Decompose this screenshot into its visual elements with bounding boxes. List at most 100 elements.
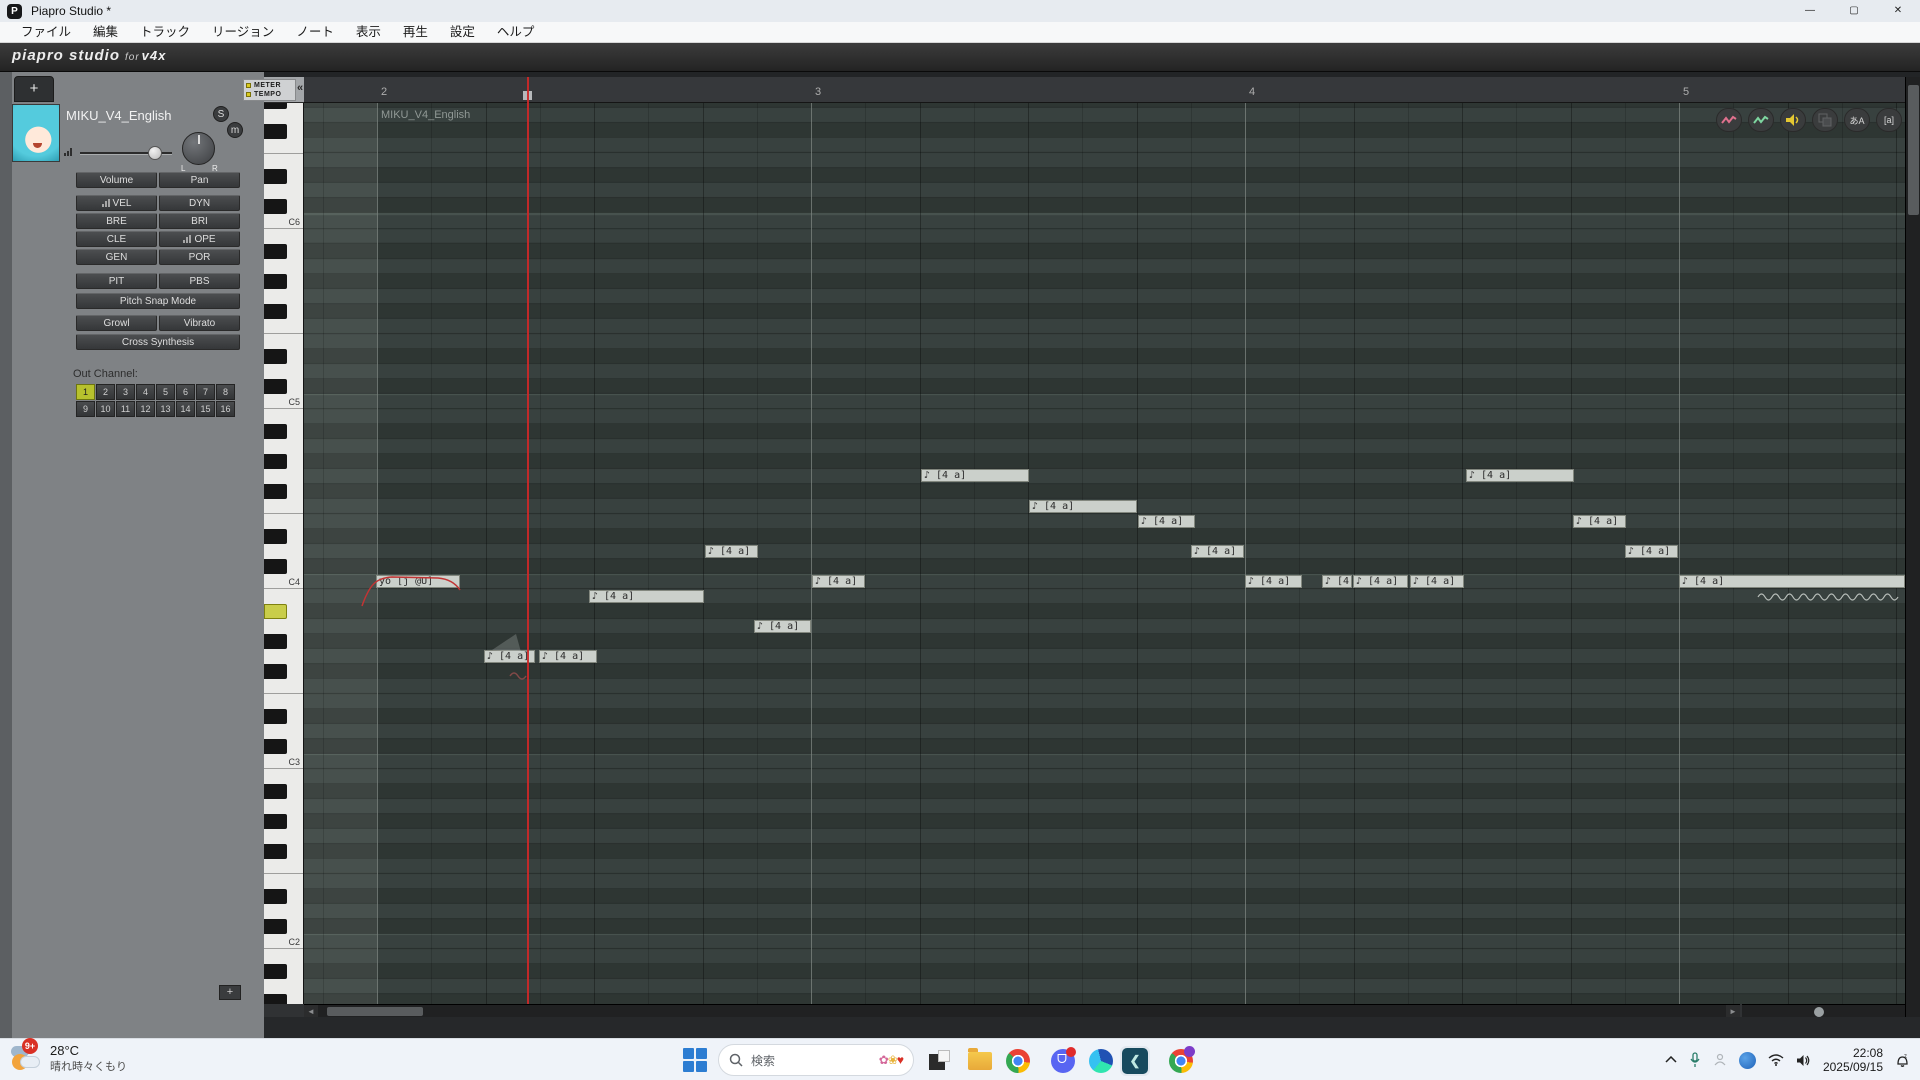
weather-widget[interactable]: 9+ 28°C 晴れ時々くもり bbox=[10, 1038, 127, 1074]
note[interactable]: ♪ [4 a] bbox=[1138, 515, 1195, 528]
note[interactable]: ♪ [4 a] bbox=[1625, 545, 1678, 558]
meter-tempo-box[interactable]: METER TEMPO bbox=[243, 79, 296, 101]
piano-keyboard[interactable]: C6 C5 C4 C3 C2 bbox=[264, 103, 304, 1004]
channel-7[interactable]: 7 bbox=[196, 384, 215, 400]
dyn-param-button[interactable]: DYN bbox=[159, 195, 240, 211]
pbs-param-button[interactable]: PBS bbox=[159, 273, 240, 289]
note[interactable]: yo [j @U] bbox=[376, 575, 460, 588]
bri-param-button[interactable]: BRI bbox=[159, 213, 240, 229]
piano-key-black[interactable] bbox=[264, 379, 287, 394]
zoom-bar[interactable] bbox=[1742, 1004, 1905, 1017]
piano-key-white[interactable] bbox=[264, 619, 303, 634]
vel-param-button[interactable]: VEL bbox=[76, 195, 157, 211]
note[interactable]: ♪ [4 a] bbox=[705, 545, 758, 558]
pitch-snap-mode-button[interactable]: Pitch Snap Mode bbox=[76, 293, 240, 309]
menu-item-編集[interactable]: 編集 bbox=[82, 22, 129, 43]
piano-key-black[interactable] bbox=[264, 124, 287, 139]
piano-key-white[interactable] bbox=[264, 289, 303, 304]
person-idle-icon[interactable] bbox=[1713, 1053, 1727, 1067]
vertical-scrollbar[interactable] bbox=[1905, 77, 1920, 1017]
piano-key-black[interactable] bbox=[264, 844, 287, 859]
active-app-icon[interactable]: ❮ bbox=[1120, 1046, 1150, 1076]
cle-param-button[interactable]: CLE bbox=[76, 231, 157, 247]
channel-14[interactable]: 14 bbox=[176, 401, 195, 417]
horizontal-scrollbar[interactable]: ◄ ► bbox=[304, 1004, 1740, 1018]
channel-3[interactable]: 3 bbox=[116, 384, 135, 400]
panel-add-button[interactable]: + bbox=[219, 985, 241, 1000]
piano-key-black[interactable] bbox=[264, 994, 287, 1004]
miku-avatar[interactable] bbox=[12, 104, 60, 162]
timeline-ruler[interactable]: 2 3 4 5 bbox=[304, 77, 1905, 103]
pitch-rendered-icon[interactable] bbox=[1748, 108, 1774, 132]
piano-key-white[interactable] bbox=[264, 469, 303, 484]
note[interactable]: ♪ [4 a] bbox=[539, 650, 597, 663]
note[interactable]: ♪ [4 a] bbox=[1353, 575, 1408, 588]
piano-key-black[interactable] bbox=[264, 664, 287, 679]
minimize-button[interactable]: — bbox=[1788, 0, 1832, 22]
piano-key-black[interactable] bbox=[264, 739, 287, 754]
piano-key-black[interactable] bbox=[264, 424, 287, 439]
add-track-button[interactable]: + bbox=[14, 76, 54, 102]
note[interactable]: ♪ [4 a] bbox=[1679, 575, 1905, 588]
close-button[interactable]: ✕ bbox=[1876, 0, 1920, 22]
piano-key-white[interactable] bbox=[264, 694, 303, 709]
piano-key-black[interactable] bbox=[264, 559, 287, 574]
piano-key-white[interactable] bbox=[264, 874, 303, 889]
piano-key-black[interactable] bbox=[264, 919, 287, 934]
piano-key-black[interactable] bbox=[264, 304, 287, 319]
phoneme-display-icon[interactable]: [a] bbox=[1876, 108, 1902, 132]
channel-4[interactable]: 4 bbox=[136, 384, 155, 400]
chrome-profile-icon[interactable] bbox=[1166, 1046, 1196, 1076]
menu-item-ヘルプ[interactable]: ヘルプ bbox=[486, 22, 546, 43]
piano-key-black[interactable] bbox=[264, 784, 287, 799]
cross-synthesis-button[interactable]: Cross Synthesis bbox=[76, 334, 240, 350]
mute-button[interactable]: m bbox=[227, 122, 243, 138]
note[interactable]: ♪ [4 a] bbox=[754, 620, 811, 633]
menu-item-トラック[interactable]: トラック bbox=[129, 22, 201, 43]
note[interactable]: ♪ [4 a] bbox=[812, 575, 865, 588]
microphone-icon[interactable] bbox=[1689, 1052, 1701, 1068]
piano-key-black[interactable] bbox=[264, 454, 287, 469]
channel-5[interactable]: 5 bbox=[156, 384, 175, 400]
menu-item-設定[interactable]: 設定 bbox=[439, 22, 486, 43]
note[interactable]: ♪ [4 a] bbox=[1322, 575, 1352, 588]
piano-key-white[interactable] bbox=[264, 904, 303, 919]
ope-param-button[interactable]: OPE bbox=[159, 231, 240, 247]
piano-key-black[interactable] bbox=[264, 634, 287, 649]
lyric-lang-toggle-icon[interactable]: あA bbox=[1844, 108, 1870, 132]
channel-16[interactable]: 16 bbox=[216, 401, 235, 417]
piano-key-white[interactable] bbox=[264, 859, 303, 874]
channel-9[interactable]: 9 bbox=[76, 401, 95, 417]
piano-key-white[interactable] bbox=[264, 724, 303, 739]
piano-key-white[interactable] bbox=[264, 319, 303, 334]
piano-key-black[interactable] bbox=[264, 199, 287, 214]
piano-key-black[interactable] bbox=[264, 349, 287, 364]
note[interactable]: ♪ [4 a] bbox=[589, 590, 704, 603]
menu-item-表示[interactable]: 表示 bbox=[345, 22, 392, 43]
menu-item-再生[interactable]: 再生 bbox=[392, 22, 439, 43]
edge-icon[interactable] bbox=[1086, 1046, 1116, 1076]
piano-roll-grid[interactable]: MIKU_V4_English yo [j @U] ♪ [4 a] ♪ [4 a] ♪… bbox=[304, 103, 1905, 1004]
channel-6[interactable]: 6 bbox=[176, 384, 195, 400]
por-param-button[interactable]: POR bbox=[159, 249, 240, 265]
pan-param-button[interactable]: Pan bbox=[159, 172, 240, 188]
piano-key-white[interactable] bbox=[264, 184, 303, 199]
piano-key-black[interactable] bbox=[264, 889, 287, 904]
piano-key-black[interactable] bbox=[264, 244, 287, 259]
menu-item-ファイル[interactable]: ファイル bbox=[10, 22, 82, 43]
piano-key-black[interactable] bbox=[264, 964, 287, 979]
wifi-icon[interactable] bbox=[1768, 1054, 1784, 1066]
collapse-panel-button[interactable]: « bbox=[297, 82, 303, 94]
channel-11[interactable]: 11 bbox=[116, 401, 135, 417]
piano-key-white[interactable] bbox=[264, 259, 303, 274]
piano-key-white[interactable] bbox=[264, 364, 303, 379]
pitch-original-icon[interactable] bbox=[1716, 108, 1742, 132]
zoom-knob[interactable] bbox=[1814, 1007, 1824, 1017]
channel-1[interactable]: 1 bbox=[76, 384, 95, 400]
menu-item-リージョン[interactable]: リージョン bbox=[201, 22, 285, 43]
file-explorer-icon[interactable] bbox=[965, 1046, 995, 1076]
note[interactable]: ♪ [4 a] bbox=[1245, 575, 1302, 588]
piano-key-played-A#3[interactable] bbox=[264, 604, 287, 619]
pan-knob[interactable] bbox=[182, 132, 215, 165]
notification-bell-icon[interactable]: z bbox=[1895, 1053, 1910, 1068]
